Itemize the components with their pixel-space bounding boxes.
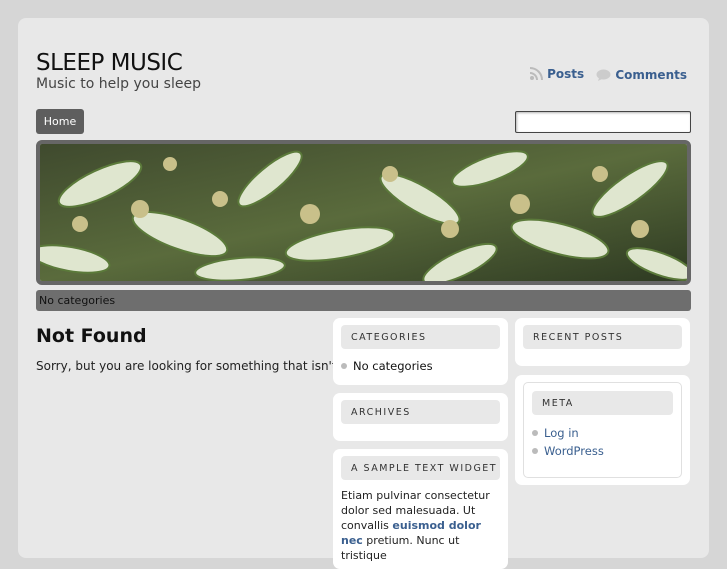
posts-feed-link[interactable]: Posts [529,67,584,81]
categories-list: No categories [341,359,500,373]
list-item: No categories [341,359,500,373]
header-foliage-image [40,144,687,281]
bullet-icon [532,448,538,454]
list-item: WordPress [532,442,673,460]
categories-heading: CATEGORIES [341,325,500,349]
page-title: Not Found [36,325,147,347]
meta-list: Log in WordPress [532,424,673,460]
bullet-icon [532,430,538,436]
wordpress-link[interactable]: WordPress [544,442,604,460]
bullet-icon [341,363,347,369]
comments-feed-link[interactable]: Comments [596,68,687,82]
text-widget-body: Etiam pulvinar consectetur dolor sed mal… [341,488,500,563]
category-bar: No categories [36,290,691,311]
search-input[interactable] [515,111,691,133]
site-description: Music to help you sleep [36,76,201,92]
archives-widget: ARCHIVES [333,393,508,441]
nav-home-tab[interactable]: Home [36,109,84,134]
meta-widget: META Log in WordPress [515,375,690,485]
login-link[interactable]: Log in [544,424,579,442]
posts-feed-label: Posts [547,67,585,81]
rss-icon [529,67,544,81]
not-found-message: Sorry, but you are looking for something… [36,359,372,373]
recent-posts-widget: RECENT POSTS [515,318,690,366]
recent-posts-heading: RECENT POSTS [523,325,682,349]
feed-links: Posts Comments [521,67,687,84]
archives-heading: ARCHIVES [341,400,500,424]
categories-widget: CATEGORIES No categories [333,318,508,385]
page-container: SLEEP MUSIC Music to help you sleep Post… [18,18,709,569]
header-image [36,140,691,285]
comment-bubble-icon [596,69,611,81]
site-title[interactable]: SLEEP MUSIC [36,50,183,76]
meta-heading: META [532,391,673,415]
meta-widget-inner: META Log in WordPress [523,382,682,478]
text-widget: A SAMPLE TEXT WIDGET Etiam pulvinar cons… [333,449,508,569]
list-item: Log in [532,424,673,442]
category-item-label: No categories [353,359,433,373]
comments-feed-label: Comments [615,68,687,82]
text-widget-heading: A SAMPLE TEXT WIDGET [341,456,500,480]
